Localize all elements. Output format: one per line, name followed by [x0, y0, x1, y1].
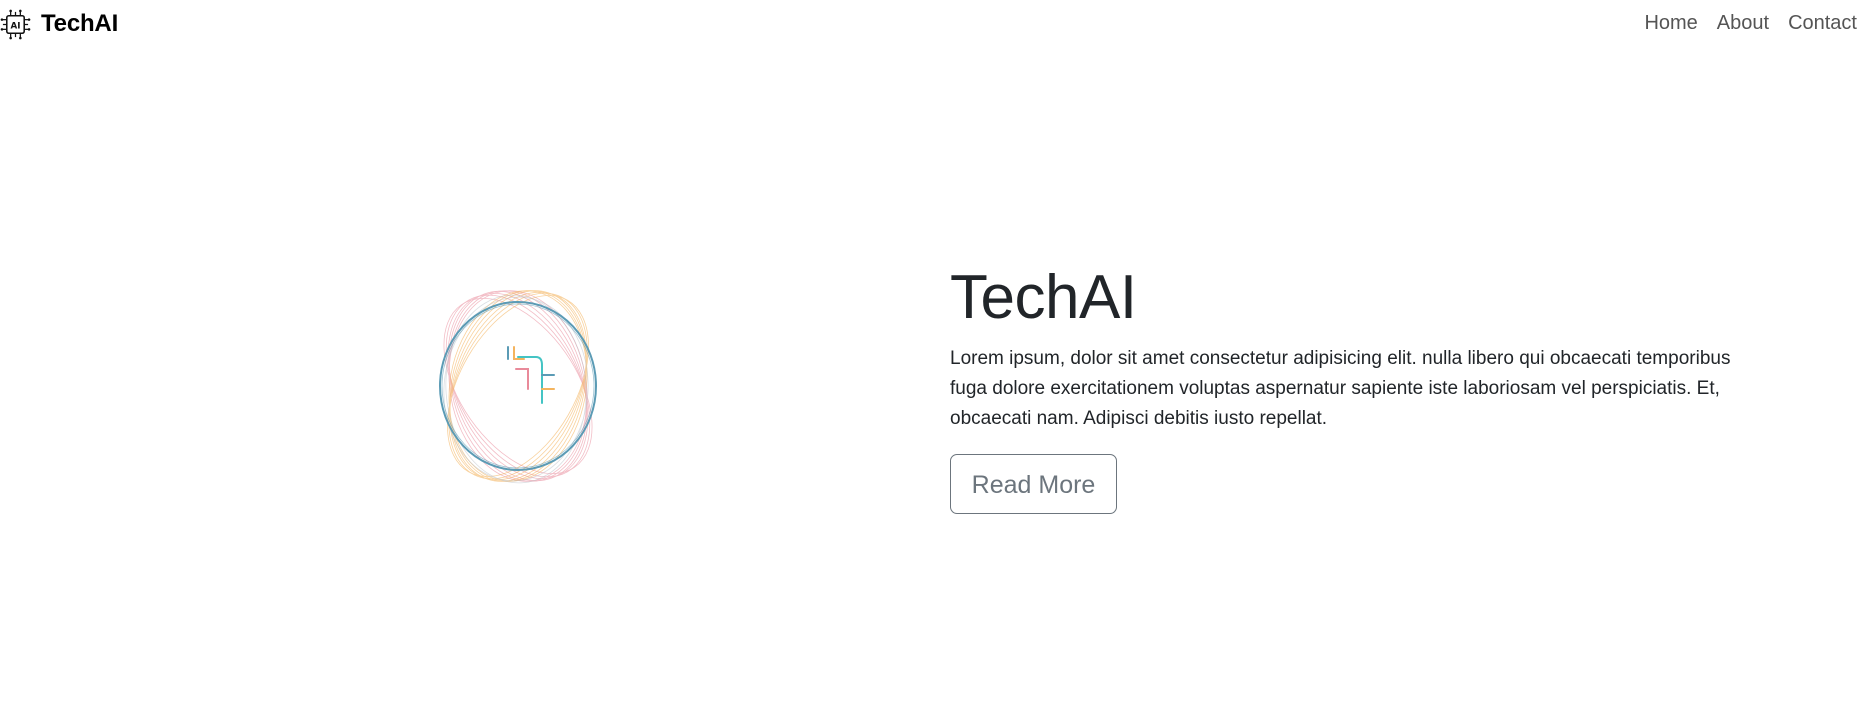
nav-link-contact[interactable]: Contact: [1788, 12, 1857, 35]
nav-link-about[interactable]: About: [1717, 12, 1769, 35]
svg-text:AI: AI: [11, 21, 21, 31]
nav-link-home[interactable]: Home: [1644, 12, 1697, 35]
hero-description: Lorem ipsum, dolor sit amet consectetur …: [950, 348, 1731, 429]
brand-name: TechAI: [41, 10, 119, 37]
navbar: AI TechAI Home About Contact: [0, 0, 1857, 48]
hero-content: TechAI Lorem ipsum, dolor sit amet conse…: [950, 258, 1750, 514]
ai-swirl-ring-illustration: [439, 290, 597, 484]
nav-links: Home About Contact: [1625, 12, 1857, 35]
ai-chip-icon: AI: [0, 9, 31, 39]
read-more-button[interactable]: Read More: [950, 454, 1117, 514]
hero-title: TechAI: [950, 263, 1137, 332]
brand-link[interactable]: AI TechAI: [0, 8, 118, 40]
